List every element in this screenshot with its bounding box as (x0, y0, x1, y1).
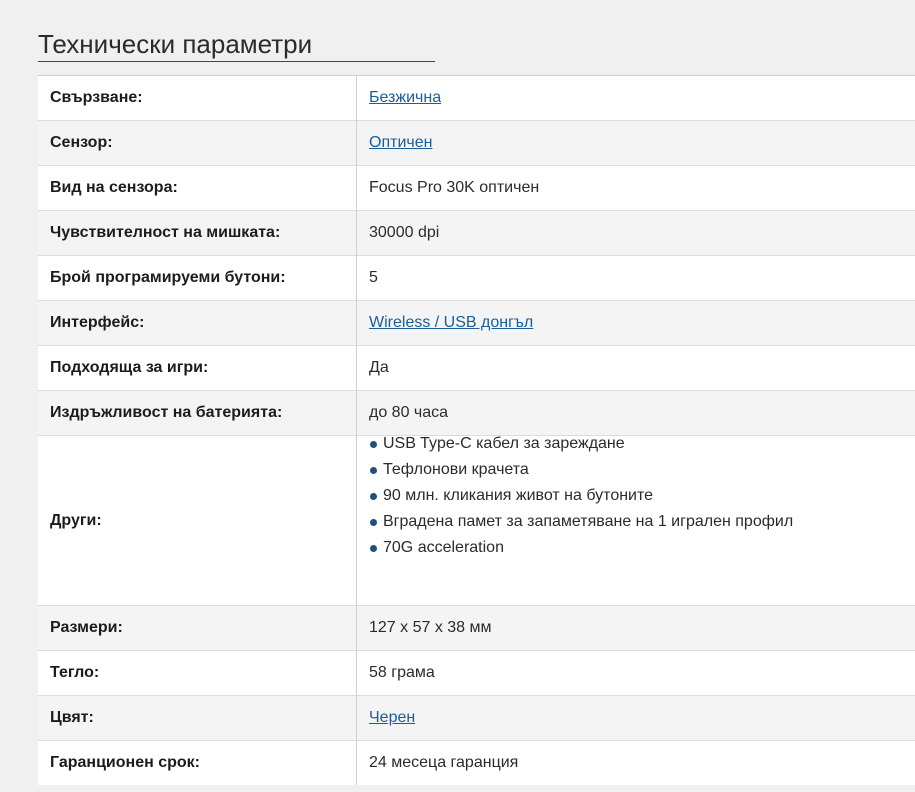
connection-link[interactable]: Безжична (369, 89, 441, 106)
spec-label: Вид на сензора: (38, 165, 357, 211)
table-row: Подходяща за игри: Да (38, 345, 915, 391)
spec-label: Други: (38, 435, 357, 606)
interface-link[interactable]: Wireless / USB донгъл (369, 314, 533, 331)
spec-value-cell: USB Type-C кабел за зареждане Тефлонови … (356, 435, 915, 606)
sensor-link[interactable]: Оптичен (369, 134, 432, 151)
spec-value-cell: Черен (356, 695, 915, 741)
spec-value: Focus Pro 30K оптичен (356, 165, 915, 211)
spec-value-cell: Оптичен (356, 120, 915, 166)
table-row: Интерфейс: Wireless / USB донгъл (38, 300, 915, 346)
spec-label: Подходяща за игри: (38, 345, 357, 391)
spec-label: Интерфейс: (38, 300, 357, 346)
table-row: Размери: 127 x 57 x 38 мм (38, 605, 915, 651)
table-row: Други: USB Type-C кабел за зареждане Теф… (38, 435, 915, 606)
table-row: Брой програмируеми бутони: 5 (38, 255, 915, 301)
spec-value: до 80 часа (356, 390, 915, 436)
spec-label: Издръжливост на батерията: (38, 390, 357, 436)
spec-value-cell: Безжична (356, 75, 915, 121)
table-row: Цвят: Черен (38, 695, 915, 741)
spec-label: Сензор: (38, 120, 357, 166)
bullet-list: USB Type-C кабел за зареждане Тефлонови … (369, 431, 903, 561)
spec-value: 127 x 57 x 38 мм (356, 605, 915, 651)
specs-table: Свързване: Безжична Сензор: Оптичен Вид … (38, 75, 915, 785)
spec-label: Свързване: (38, 75, 357, 121)
spec-value: 24 месеца гаранция (356, 740, 915, 785)
table-row: Вид на сензора: Focus Pro 30K оптичен (38, 165, 915, 211)
table-row: Издръжливост на батерията: до 80 часа (38, 390, 915, 436)
spec-label: Чувствителност на мишката: (38, 210, 357, 256)
spec-label: Брой програмируеми бутони: (38, 255, 357, 301)
color-link[interactable]: Черен (369, 709, 415, 726)
table-row: Чувствителност на мишката: 30000 dpi (38, 210, 915, 256)
spec-label: Цвят: (38, 695, 357, 741)
spec-value-cell: Wireless / USB донгъл (356, 300, 915, 346)
table-row: Сензор: Оптичен (38, 120, 915, 166)
spec-value: Да (356, 345, 915, 391)
section-title: Технически параметри (38, 29, 313, 59)
spec-value: 58 грама (356, 650, 915, 696)
list-item: USB Type-C кабел за зареждане (369, 431, 903, 457)
table-row: Свързване: Безжична (38, 75, 915, 121)
spec-label: Тегло: (38, 650, 357, 696)
spec-value: 30000 dpi (356, 210, 915, 256)
table-row: Тегло: 58 грама (38, 650, 915, 696)
list-item: Вградена памет за запаметяване на 1 игра… (369, 509, 903, 535)
spec-value: 5 (356, 255, 915, 301)
list-item: 70G acceleration (369, 535, 903, 561)
list-item: Тефлонови крачета (369, 457, 903, 483)
spec-label: Размери: (38, 605, 357, 651)
table-row: Гаранционен срок: 24 месеца гаранция (38, 740, 915, 785)
list-item: 90 млн. кликания живот на бутоните (369, 483, 903, 509)
specs-section: Технически параметри Свързване: Безжична… (38, 0, 915, 785)
spec-label: Гаранционен срок: (38, 740, 357, 785)
